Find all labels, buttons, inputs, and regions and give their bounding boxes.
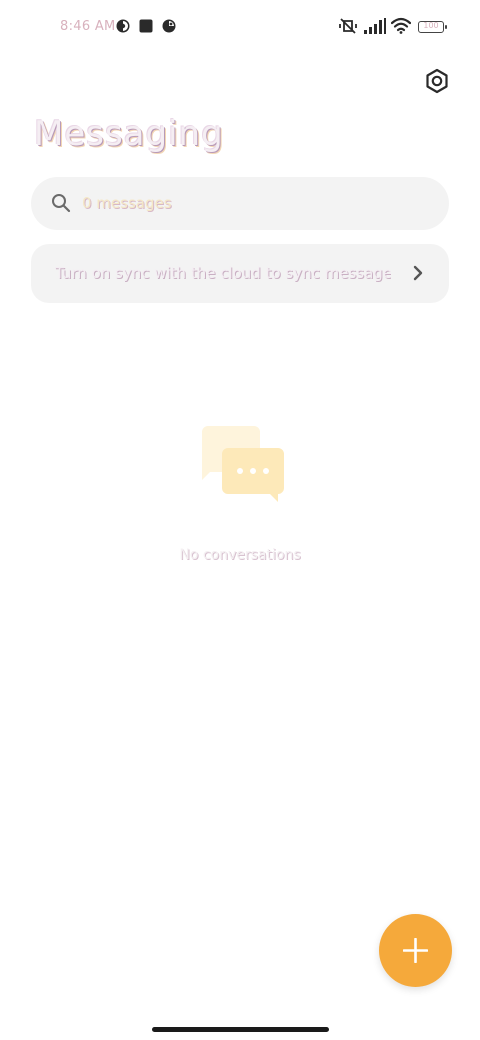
wifi-icon	[391, 17, 411, 34]
signal-icon	[364, 18, 386, 34]
notification-square-icon	[139, 19, 153, 33]
status-bar: 8:46 AM 100	[0, 0, 480, 56]
sync-banner[interactable]: Turn on sync with the cloud to sync mess…	[31, 244, 449, 303]
chat-bubbles-icon	[202, 426, 284, 502]
search-icon	[52, 194, 71, 213]
empty-state-text: No conversations	[179, 547, 301, 563]
search-bar[interactable]: 0 messages	[31, 177, 449, 230]
battery-level: 100	[423, 21, 439, 30]
mute-vibrate-icon	[339, 18, 357, 34]
plus-icon	[403, 938, 428, 963]
settings-hex-icon[interactable]	[420, 64, 454, 98]
search-input[interactable]: 0 messages	[82, 194, 172, 212]
page-title: Messaging	[34, 114, 224, 154]
battery-icon: 100	[418, 21, 447, 33]
new-message-button[interactable]	[379, 914, 452, 987]
status-time: 8:46 AM	[60, 19, 116, 34]
sync-banner-text: Turn on sync with the cloud to sync mess…	[55, 264, 391, 282]
chevron-right-icon	[413, 265, 423, 281]
notification-app-icon	[116, 19, 130, 33]
home-indicator[interactable]	[152, 1027, 329, 1032]
notification-app-icon-2	[162, 19, 176, 33]
